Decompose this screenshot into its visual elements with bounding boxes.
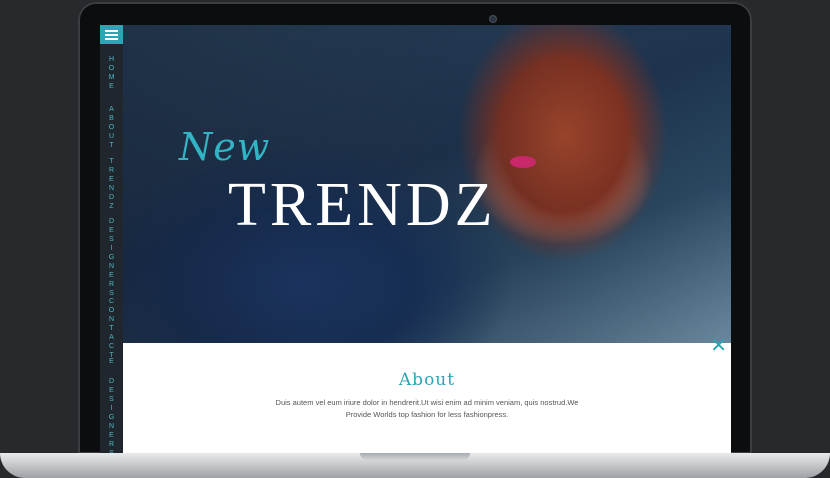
- nav-item-e[interactable]: E: [100, 357, 123, 366]
- nav-letter: C: [108, 343, 115, 350]
- nav-letter: R: [108, 281, 115, 288]
- nav-letter: T: [109, 142, 114, 149]
- screen: New TRENDZ HOME ABOUT TRENDZ DESIGNERS C…: [100, 25, 731, 454]
- nav-letter: O: [108, 124, 115, 131]
- nav-letter: E: [109, 432, 114, 439]
- nav-letter: O: [108, 307, 115, 314]
- hamburger-menu-icon[interactable]: [100, 25, 123, 44]
- hero-title-trendz: TRENDZ: [228, 171, 497, 239]
- nav-letter: H: [108, 56, 115, 63]
- nav-letter: E: [109, 227, 114, 234]
- nav-item-home[interactable]: HOME: [100, 55, 123, 91]
- nav-letter: A: [109, 334, 114, 341]
- nav-letter: E: [109, 272, 114, 279]
- nav-letter: T: [109, 325, 114, 332]
- about-text: Duis autem vel eum iriure dolor in hendr…: [275, 398, 579, 419]
- nav-letter: S: [109, 236, 114, 243]
- nav-letter: E: [109, 387, 114, 394]
- laptop-notch: [360, 453, 470, 460]
- close-icon[interactable]: ✕: [710, 336, 727, 356]
- nav-letter: E: [109, 176, 114, 183]
- nav-letter: E: [109, 83, 114, 90]
- about-title: About: [398, 370, 456, 390]
- nav-item-about[interactable]: ABOUT: [100, 105, 123, 150]
- nav-letter: I: [110, 405, 113, 412]
- model-lips: [510, 156, 536, 168]
- laptop-base: [0, 453, 830, 478]
- nav-letter: N: [108, 316, 115, 323]
- webcam-icon: [490, 16, 496, 22]
- nav-letter: R: [108, 167, 115, 174]
- nav-letter: N: [108, 263, 115, 270]
- nav-letter: G: [108, 414, 115, 421]
- nav-letter: T: [109, 158, 114, 165]
- nav-letter: N: [108, 185, 115, 192]
- nav-letter: B: [109, 115, 114, 122]
- nav-letter: Z: [109, 203, 114, 210]
- nav-item-designers-2[interactable]: DESIGNERS: [100, 377, 123, 454]
- nav-letter: C: [108, 298, 115, 305]
- nav-letter: D: [108, 194, 115, 201]
- nav-letter: D: [108, 218, 115, 225]
- nav-item-designers[interactable]: DESIGNERS: [100, 217, 123, 298]
- nav-letter: G: [108, 254, 115, 261]
- nav-letter: I: [110, 245, 113, 252]
- nav-item-contact[interactable]: CONTACT: [100, 297, 123, 360]
- about-panel: ✕ About Duis autem vel eum iriure dolor …: [123, 336, 731, 454]
- nav-letter: R: [108, 441, 115, 448]
- nav-letter: S: [109, 396, 114, 403]
- hero-banner: New TRENDZ: [123, 25, 731, 343]
- nav-letter: N: [108, 423, 115, 430]
- nav-letter: A: [109, 106, 114, 113]
- nav-letter: O: [108, 65, 115, 72]
- nav-letter: U: [108, 133, 115, 140]
- nav-item-trendz[interactable]: TRENDZ: [100, 157, 123, 211]
- nav-letter: E: [109, 358, 114, 365]
- hero-title-new: New: [179, 125, 271, 169]
- nav-letter: D: [108, 378, 115, 385]
- nav-letter: M: [108, 74, 115, 81]
- sidebar-nav: HOME ABOUT TRENDZ DESIGNERS CONTACT E DE…: [100, 25, 123, 454]
